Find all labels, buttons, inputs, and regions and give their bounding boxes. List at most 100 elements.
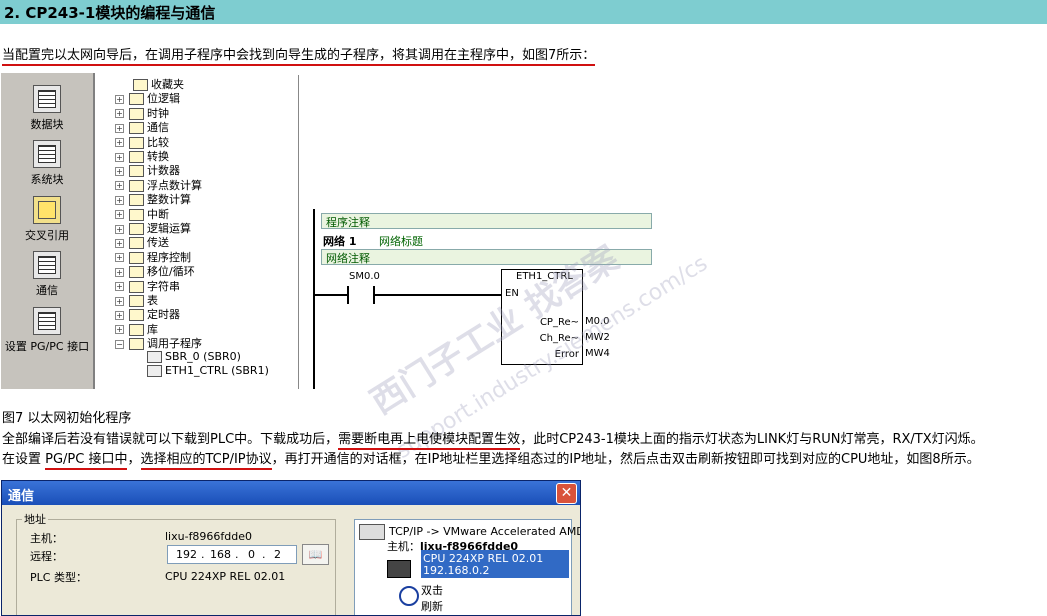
subroutine-icon — [147, 365, 162, 377]
plc-type-value: CPU 224XP REL 02.01 — [165, 570, 286, 583]
expand-icon[interactable]: + — [115, 166, 124, 176]
tree-node[interactable]: + 计数器 — [115, 162, 180, 178]
figure-7: 数据块 系统块 交叉引用 通信 设置 PG/PC 接口 收藏夹 + 位逻辑 + 时钟 + 通… — [1, 73, 712, 464]
figure-7-caption: 图7 以太网初始化程序 — [2, 411, 132, 426]
tree-node[interactable]: + 浮点数计算 — [115, 177, 202, 192]
rung-wire-2 — [375, 294, 501, 296]
plc-type-label: PLC 类型： — [30, 571, 87, 584]
tree-node[interactable]: − 调用子程序 — [115, 335, 202, 351]
tree-node[interactable]: + 转换 — [115, 148, 169, 163]
intro-text: 当配置完以太网向导后，在调用子程序中会找到向导生成的子程序，将其调用在主程序中，… — [2, 48, 596, 66]
tree-node[interactable]: + 整数计算 — [115, 191, 191, 207]
clock-icon — [129, 107, 144, 120]
expand-icon[interactable]: + — [115, 224, 124, 234]
tree-node[interactable]: + 程序控制 — [115, 249, 191, 264]
nav-system-block[interactable]: 系统块 — [1, 140, 93, 187]
bit-icon — [129, 93, 144, 106]
tree-node[interactable]: + 传送 — [115, 234, 169, 250]
tree-node[interactable]: + 中断 — [115, 206, 169, 221]
tree-node[interactable]: + 通信 — [115, 119, 169, 135]
program-icon — [129, 251, 144, 264]
contact-label: SM0.0 — [349, 271, 380, 282]
data-block-icon — [33, 85, 61, 113]
tree-node[interactable]: + 字符串 — [115, 278, 180, 293]
nav-cross-reference[interactable]: 交叉引用 — [1, 196, 93, 243]
system-block-icon — [33, 140, 61, 168]
expand-icon[interactable]: + — [115, 123, 124, 133]
network-title[interactable]: 网络标题 — [379, 233, 423, 249]
expand-icon[interactable]: + — [115, 325, 124, 335]
dialog-title: 通信 — [8, 489, 35, 504]
float-icon — [129, 179, 144, 192]
network-label: 网络 1 — [323, 235, 357, 248]
network-icon — [359, 524, 385, 540]
expand-icon[interactable]: + — [115, 152, 124, 162]
tree-node[interactable]: + 库 — [115, 321, 158, 336]
address-group-label: 地址 — [22, 511, 48, 527]
cpu-icon — [387, 560, 411, 578]
expand-icon[interactable]: + — [115, 296, 124, 306]
expand-icon[interactable]: + — [115, 310, 124, 320]
library-icon — [129, 323, 144, 336]
expand-icon[interactable]: + — [115, 195, 124, 205]
comm-icon — [129, 122, 144, 135]
tree-node[interactable]: + 移位/循环 — [115, 263, 195, 279]
tree-node[interactable]: + 位逻辑 — [115, 90, 180, 106]
network-tree-panel: TCP/IP -> VMware Accelerated AMD... 主机：l… — [354, 519, 580, 615]
subroutine-node[interactable]: SBR_0 (SBR0) — [147, 350, 241, 364]
section-title: 2. CP243-1模块的编程与通信 — [4, 4, 216, 22]
contact-left-bar — [347, 286, 349, 304]
paragraph-3: 在设置 PG/PC 接口中，选择相应的TCP/IP协议，再打开通信的对话框，在I… — [2, 448, 980, 470]
refresh-icon — [399, 586, 419, 606]
left-navigation-bar: 数据块 系统块 交叉引用 通信 设置 PG/PC 接口 — [1, 73, 95, 389]
intro-paragraph: 当配置完以太网向导后，在调用子程序中会找到向导生成的子程序，将其调用在主程序中，… — [2, 44, 596, 66]
counter-icon — [129, 165, 144, 178]
table-icon — [129, 295, 144, 307]
interrupt-icon — [129, 208, 144, 221]
program-comment-bar[interactable]: 程序注释 — [321, 213, 652, 229]
expand-icon[interactable]: + — [115, 138, 124, 148]
cross-reference-icon — [33, 196, 61, 224]
expand-icon[interactable]: + — [115, 210, 124, 220]
expand-icon[interactable]: + — [115, 282, 124, 292]
convert-icon — [129, 151, 144, 163]
tree-node[interactable]: + 定时器 — [115, 306, 180, 322]
section-header: 2. CP243-1模块的编程与通信 — [0, 0, 1047, 24]
expand-icon[interactable]: + — [115, 267, 124, 277]
dialog-title-bar: 通信 ✕ — [2, 481, 580, 505]
paragraph-2: 全部编译后若没有错误就可以下载到PLC中。下载成功后，需要断电再上电使模块配置生… — [2, 428, 984, 450]
expand-icon[interactable]: + — [115, 253, 124, 263]
expand-icon[interactable]: + — [115, 94, 124, 104]
cpu-line-2: 192.168.0.2 — [423, 564, 490, 577]
nav-set-pgpc-interface[interactable]: 设置 PG/PC 接口 — [1, 307, 93, 354]
expand-icon[interactable]: + — [115, 109, 124, 119]
tree-node[interactable]: 收藏夹 — [133, 76, 184, 91]
refresh-node[interactable]: 双击 刷新 — [421, 582, 443, 614]
tree-node[interactable]: + 表 — [115, 292, 158, 307]
subroutine-icon — [147, 350, 162, 363]
instruction-tree: 收藏夹 + 位逻辑 + 时钟 + 通信 + 比较 + 转换 + 计数器 + 浮点数计算 + 整数计算 + 中断 + 逻辑… — [113, 75, 299, 389]
nav-data-block[interactable]: 数据块 — [1, 85, 93, 132]
book-icon: 📖 — [308, 548, 323, 561]
shift-icon — [129, 266, 144, 279]
host-label: 主机： — [30, 532, 63, 545]
remote-ip-input[interactable]: 192. 168. 0. 2 — [167, 545, 297, 564]
nav-communication[interactable]: 通信 — [1, 251, 93, 298]
remote-label: 远程： — [30, 550, 63, 563]
move-icon — [129, 237, 144, 250]
tree-node[interactable]: + 时钟 — [115, 105, 169, 120]
int-icon — [129, 194, 144, 207]
logic-icon — [129, 223, 144, 235]
call-icon — [129, 338, 144, 351]
close-button[interactable]: ✕ — [556, 483, 577, 504]
timer-icon — [129, 309, 144, 322]
expand-icon[interactable]: + — [115, 181, 124, 191]
tree-node[interactable]: + 比较 — [115, 134, 169, 149]
address-book-button[interactable]: 📖 — [302, 544, 329, 565]
star-icon — [133, 79, 148, 91]
expand-icon[interactable]: − — [115, 339, 124, 349]
tree-node[interactable]: + 逻辑运算 — [115, 220, 191, 235]
subroutine-node[interactable]: ETH1_CTRL (SBR1) — [147, 364, 269, 378]
expand-icon[interactable]: + — [115, 238, 124, 248]
communication-icon — [33, 251, 61, 279]
